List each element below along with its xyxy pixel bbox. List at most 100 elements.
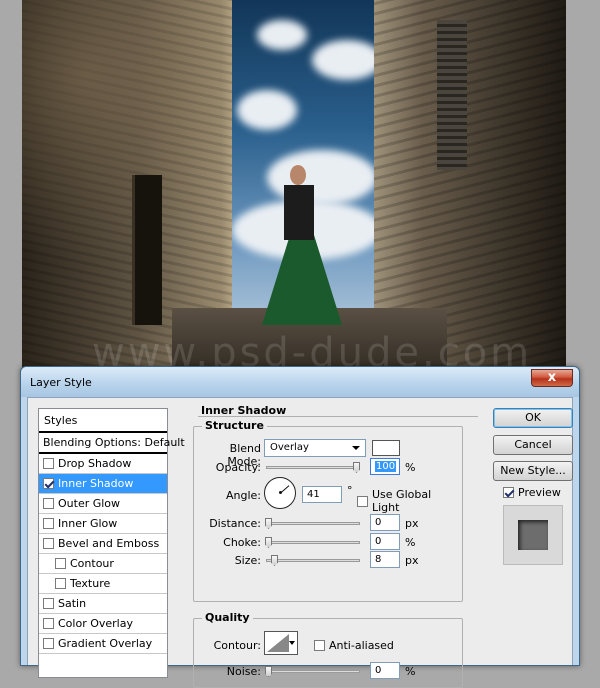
preview-checkbox[interactable]: Preview (503, 486, 561, 499)
checkbox-box[interactable] (43, 538, 54, 549)
size-input[interactable]: 8 (370, 551, 400, 568)
use-global-light-label: Use Global Light (372, 488, 432, 514)
woman-body (284, 185, 314, 240)
style-item-bevel-and-emboss[interactable]: Bevel and Emboss (39, 534, 167, 554)
style-item-gradient-overlay[interactable]: Gradient Overlay (39, 634, 167, 654)
noise-slider[interactable] (265, 666, 360, 677)
noise-slider-thumb[interactable] (265, 666, 272, 677)
style-item-satin[interactable]: Satin (39, 594, 167, 614)
style-item-label: Outer Glow (58, 497, 121, 510)
style-item-label: Color Overlay (58, 617, 133, 630)
opacity-slider-thumb[interactable] (353, 462, 360, 473)
distance-label: Distance: (209, 517, 261, 530)
anti-aliased-checkbox[interactable]: Anti-aliased (314, 639, 394, 652)
canvas-photo: www.psd-dude.com (22, 0, 566, 380)
distance-input[interactable]: 0 (370, 514, 400, 531)
opacity-slider[interactable] (266, 462, 360, 473)
preview-thumbnail (503, 505, 563, 565)
checkbox-box[interactable] (55, 558, 66, 569)
size-slider-thumb[interactable] (271, 555, 278, 566)
woman-head (290, 165, 306, 185)
checkbox-box[interactable] (55, 578, 66, 589)
choke-slider-thumb[interactable] (265, 537, 272, 548)
distance-slider-thumb[interactable] (265, 518, 272, 529)
dialog-title: Layer Style (30, 376, 92, 389)
style-item-inner-shadow[interactable]: Inner Shadow (39, 474, 167, 494)
quality-group: Quality Contour: Anti-aliased Noise: 0 % (193, 611, 463, 688)
cloud (237, 90, 297, 130)
checkbox-box[interactable] (43, 618, 54, 629)
angle-input[interactable]: 41 (302, 486, 342, 503)
style-item-inner-glow[interactable]: Inner Glow (39, 514, 167, 534)
choke-label: Choke: (223, 536, 261, 549)
anti-aliased-label: Anti-aliased (329, 639, 394, 652)
contour-picker[interactable] (264, 631, 298, 655)
styles-header[interactable]: Styles (39, 409, 167, 433)
angle-unit: ° (347, 484, 353, 497)
blending-options-item[interactable]: Blending Options: Default (39, 433, 185, 454)
size-label: Size: (234, 554, 261, 567)
choke-slider[interactable] (265, 537, 360, 548)
opacity-value: 100 (375, 461, 397, 472)
style-item-label: Bevel and Emboss (58, 537, 160, 550)
structure-group: Structure Blend Mode: Overlay Opacity: 1… (193, 419, 463, 602)
window-shutter (437, 20, 467, 170)
style-item-label: Gradient Overlay (58, 637, 153, 650)
style-item-outer-glow[interactable]: Outer Glow (39, 494, 167, 514)
chevron-down-icon (352, 446, 360, 450)
style-item-label: Texture (70, 577, 111, 590)
contour-label: Contour: (213, 639, 261, 652)
checkbox-box[interactable] (43, 458, 54, 469)
checkbox-box[interactable] (43, 598, 54, 609)
preview-swatch (518, 520, 548, 550)
checkbox-box[interactable] (43, 638, 54, 649)
opacity-label: Opacity: (215, 461, 261, 474)
checkbox-box[interactable] (503, 487, 514, 498)
style-item-drop-shadow[interactable]: Drop Shadow (39, 454, 167, 474)
choke-unit: % (405, 536, 416, 549)
use-global-light-checkbox[interactable]: Use Global Light (357, 488, 462, 514)
style-item-label: Inner Shadow (58, 477, 134, 490)
checkbox-box[interactable] (43, 498, 54, 509)
shadow-color-swatch[interactable] (372, 440, 400, 456)
title-bar[interactable]: Layer Style x (21, 367, 579, 397)
cloud (257, 20, 307, 50)
angle-dial[interactable] (264, 477, 296, 509)
noise-label: Noise: (226, 665, 261, 678)
size-unit: px (405, 554, 419, 567)
quality-title: Quality (202, 611, 253, 624)
style-item-color-overlay[interactable]: Color Overlay (39, 614, 167, 634)
style-item-texture[interactable]: Texture (39, 574, 167, 594)
contour-curve-icon (267, 634, 289, 652)
checkbox-box[interactable] (43, 518, 54, 529)
chevron-down-icon (289, 641, 295, 645)
angle-dial-center (279, 491, 282, 494)
opacity-unit: % (405, 461, 416, 474)
blend-mode-value: Overlay (270, 442, 309, 453)
checkbox-box[interactable] (314, 640, 325, 651)
ok-button[interactable]: OK (493, 408, 573, 428)
style-item-label: Contour (70, 557, 114, 570)
choke-input[interactable]: 0 (370, 533, 400, 550)
style-item-contour[interactable]: Contour (39, 554, 167, 574)
cancel-button[interactable]: Cancel (493, 435, 573, 455)
blending-options-label: Blending Options: Default (43, 436, 185, 449)
doorway (132, 175, 162, 325)
new-style-button[interactable]: New Style... (493, 461, 573, 481)
preview-label: Preview (518, 486, 561, 499)
size-slider[interactable] (266, 555, 360, 566)
styles-list: Styles Blending Options: Default Drop Sh… (38, 408, 185, 678)
close-button[interactable]: x (531, 369, 573, 387)
checkbox-box[interactable] (357, 495, 368, 507)
style-item-label: Drop Shadow (58, 457, 132, 470)
dialog-client-area: Styles Blending Options: Default Drop Sh… (27, 397, 573, 688)
blend-mode-select[interactable]: Overlay (264, 439, 366, 457)
layer-style-dialog: Layer Style x Styles Blending Options: D… (20, 366, 580, 688)
distance-slider[interactable] (265, 518, 360, 529)
cloud (312, 40, 382, 80)
checkbox-box[interactable] (43, 478, 54, 489)
opacity-input[interactable]: 100 (370, 458, 400, 475)
distance-unit: px (405, 517, 419, 530)
style-item-label: Satin (58, 597, 87, 610)
noise-input[interactable]: 0 (370, 662, 400, 679)
